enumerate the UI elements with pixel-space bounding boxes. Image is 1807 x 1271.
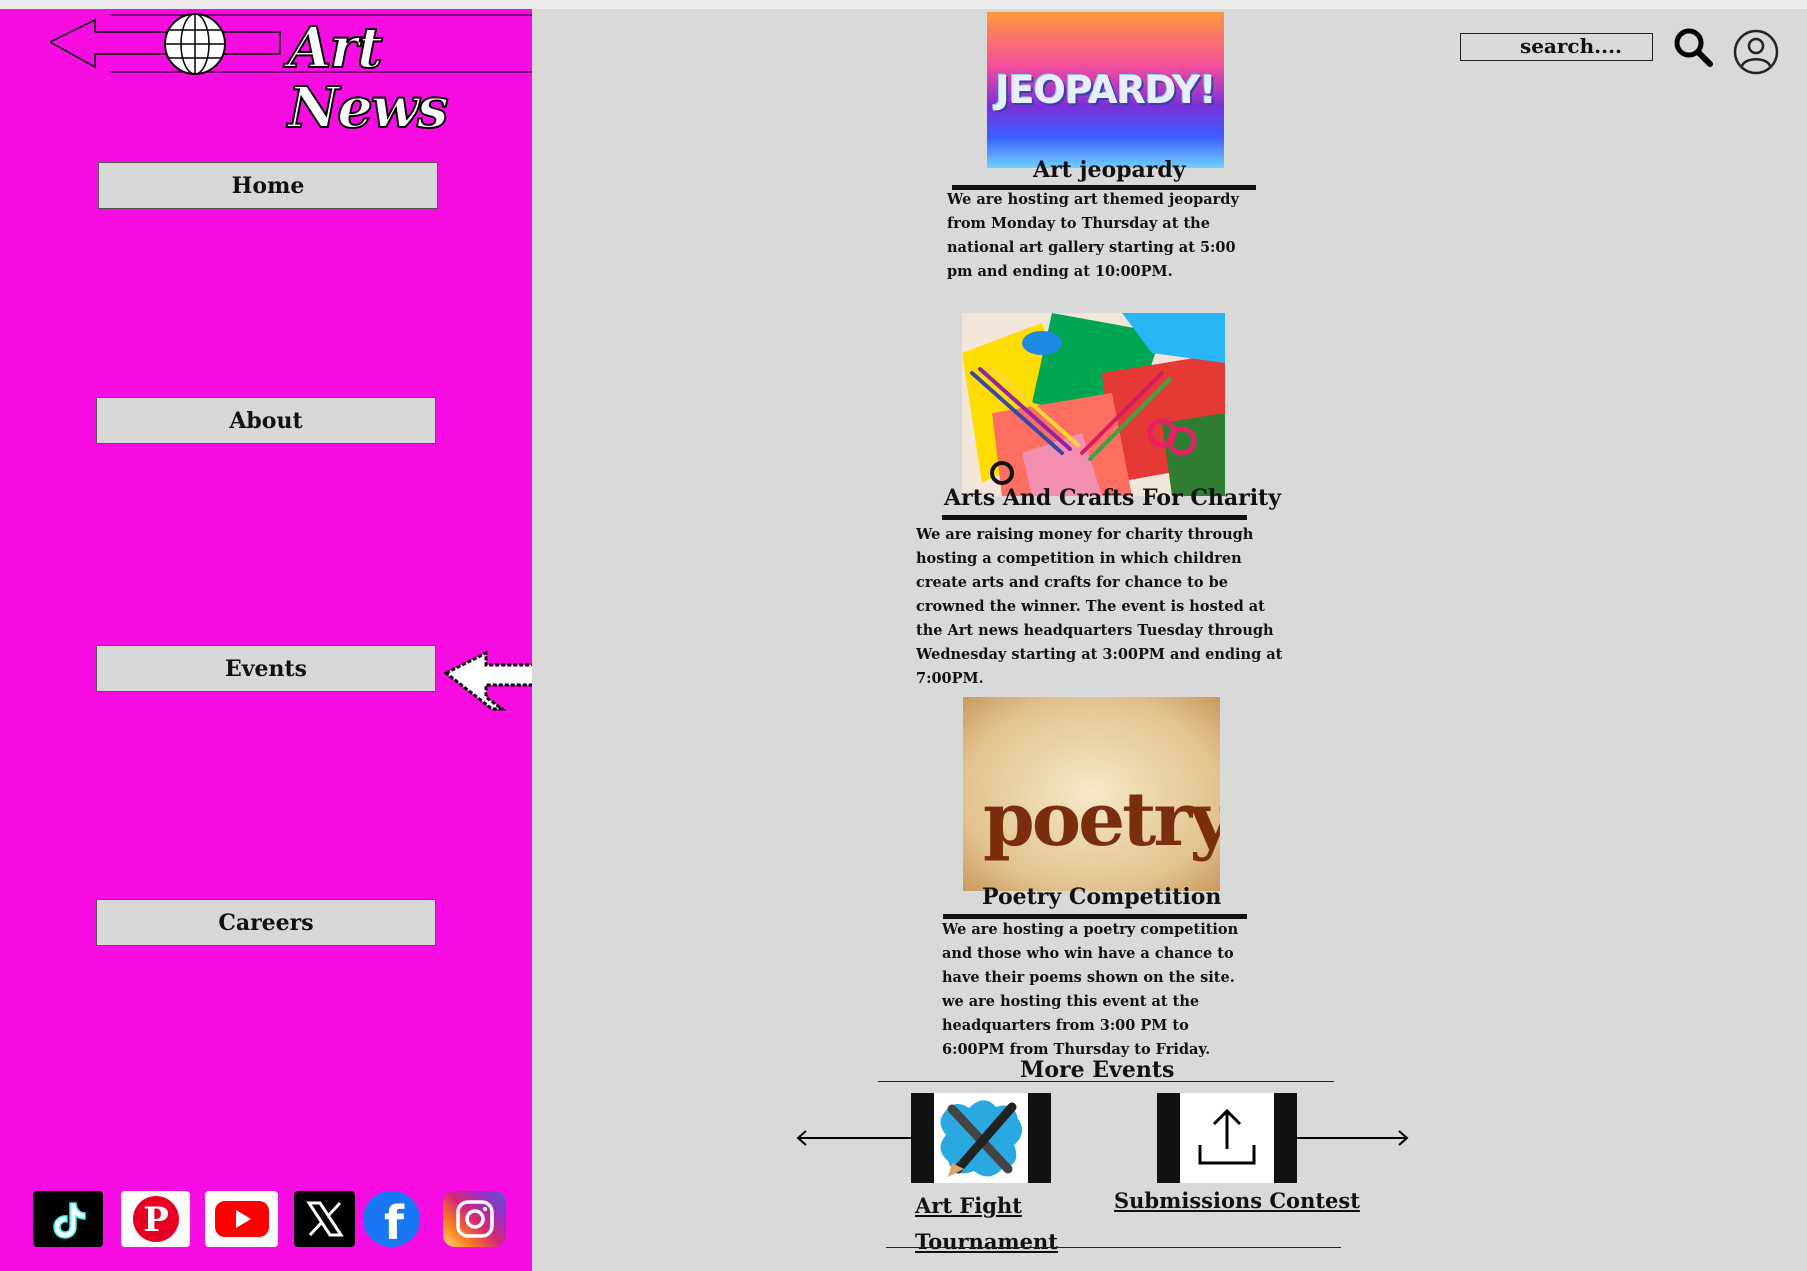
tiktok-icon[interactable] — [33, 1191, 103, 1247]
instagram-icon[interactable] — [443, 1191, 506, 1247]
brush-pencil-icon — [934, 1093, 1028, 1183]
more-events-title: More Events — [1020, 1057, 1175, 1083]
jeopardy-logo-text: JEOPARDY! — [995, 68, 1216, 112]
jeopardy-image: JEOPARDY! — [987, 12, 1224, 168]
logo-text: Art News — [287, 15, 450, 141]
search-input[interactable]: search.... — [1460, 33, 1653, 61]
facebook-icon[interactable]: f — [363, 1191, 420, 1247]
event-title: Poetry Competition — [982, 884, 1222, 910]
more-events-rule — [878, 1081, 1334, 1082]
top-strip — [0, 0, 1807, 9]
pointer-arrow-icon — [444, 651, 536, 711]
scroll-left-arrow-icon[interactable] — [796, 1128, 912, 1148]
site-logo[interactable]: Art News — [50, 12, 535, 139]
art-fight-link[interactable]: Art Fight Tournament — [915, 1188, 1065, 1260]
user-account-icon[interactable] — [1733, 29, 1779, 75]
event-title: Art jeopardy — [1033, 157, 1186, 183]
svg-text:P: P — [143, 1200, 169, 1240]
search-icon[interactable] — [1672, 26, 1714, 68]
arts-crafts-image — [962, 313, 1225, 496]
submissions-contest-link[interactable]: Submissions Contest — [1114, 1188, 1360, 1213]
youtube-icon[interactable] — [205, 1191, 278, 1247]
poetry-image: poetry — [963, 697, 1220, 891]
nav-home-button[interactable]: Home — [98, 162, 438, 209]
nav-careers-button[interactable]: Careers — [96, 899, 436, 946]
event-description: We are raising money for charity through… — [916, 526, 1283, 687]
pinterest-icon[interactable]: P — [121, 1191, 190, 1247]
art-fight-thumbnail[interactable] — [911, 1093, 1051, 1183]
nav-events-button[interactable]: Events — [96, 645, 436, 692]
event-description: We are hosting art themed jeopardy from … — [947, 191, 1239, 280]
poetry-word: poetry — [983, 777, 1220, 863]
title-underline — [942, 515, 1247, 520]
event-description: We are hosting a poetry competition and … — [942, 921, 1239, 1058]
bottom-rule — [886, 1247, 1341, 1248]
upload-icon — [1180, 1093, 1274, 1183]
x-icon[interactable] — [294, 1191, 355, 1247]
svg-text:f: f — [383, 1196, 404, 1243]
scroll-right-arrow-icon[interactable] — [1297, 1128, 1409, 1148]
event-title: Arts And Crafts For Charity — [944, 485, 1281, 511]
submissions-thumbnail[interactable] — [1157, 1093, 1297, 1183]
nav-about-button[interactable]: About — [96, 397, 436, 444]
